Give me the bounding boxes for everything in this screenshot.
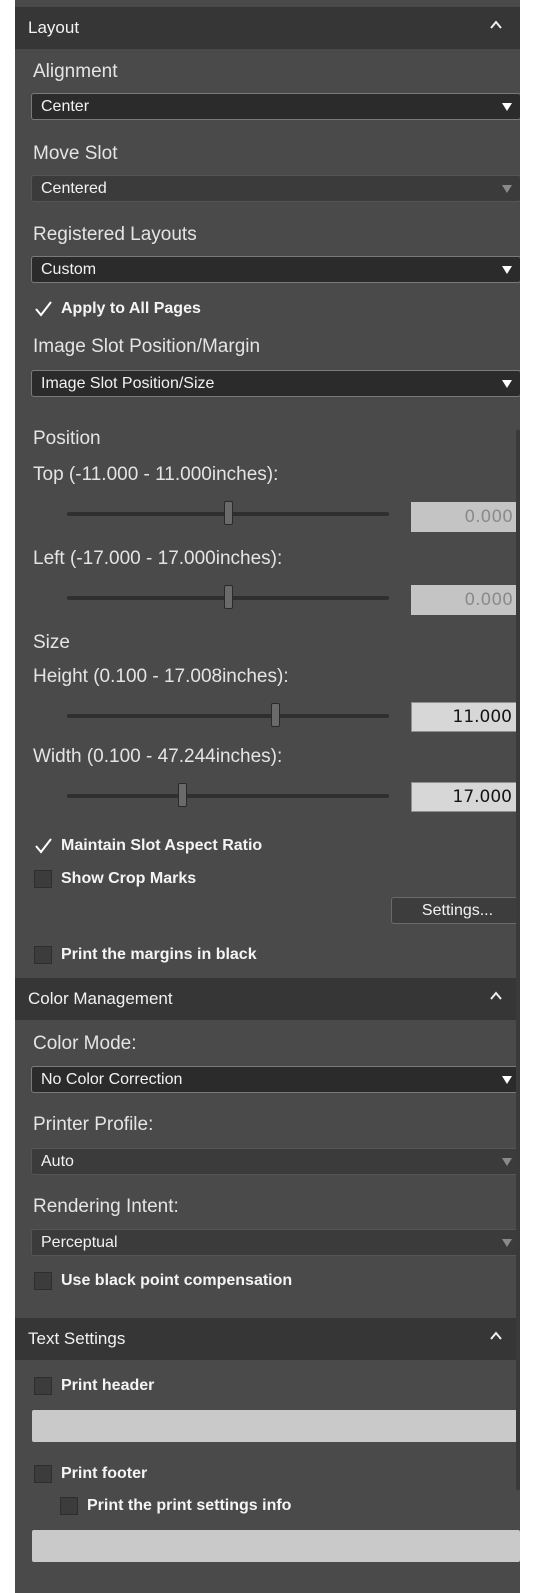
top-value-field[interactable]: 0.000 (411, 502, 520, 532)
slider-thumb[interactable] (224, 585, 233, 609)
print-settings-info-label: Print the print settings info (87, 1497, 292, 1514)
rendering-intent-dropdown[interactable]: Perceptual (31, 1229, 520, 1256)
caret-down-icon (502, 103, 512, 111)
show-crop-marks-checkbox[interactable]: Show Crop Marks (34, 870, 196, 888)
header-text-field[interactable] (32, 1410, 520, 1442)
caret-down-icon (502, 1239, 512, 1247)
caret-down-icon (502, 1158, 512, 1166)
print-settings-panel: Layout Alignment Center Move Slot Center… (15, 0, 520, 1593)
layout-section-title: Layout (28, 18, 80, 37)
printer-profile-dropdown[interactable]: Auto (31, 1148, 520, 1175)
text-settings-section-title: Text Settings (28, 1329, 126, 1348)
print-margins-black-checkbox[interactable]: Print the margins in black (34, 946, 257, 964)
image-slot-value: Image Slot Position/Size (41, 374, 215, 392)
chevron-up-icon[interactable] (488, 1328, 504, 1344)
size-heading: Size (33, 632, 70, 653)
rendering-intent-value: Perceptual (41, 1233, 118, 1251)
registered-layouts-label: Registered Layouts (33, 224, 197, 245)
black-point-checkbox[interactable]: Use black point compensation (34, 1272, 292, 1290)
height-slider[interactable] (67, 703, 389, 727)
caret-down-icon (502, 1076, 512, 1084)
print-margins-black-label: Print the margins in black (61, 946, 257, 963)
move-slot-label: Move Slot (33, 143, 118, 164)
checkbox-square[interactable] (34, 946, 52, 964)
rendering-intent-label: Rendering Intent: (33, 1196, 179, 1217)
registered-layouts-dropdown[interactable]: Custom (31, 256, 520, 283)
slider-track (67, 794, 389, 798)
top-slider[interactable] (67, 501, 389, 525)
apply-all-pages-checkbox[interactable]: Apply to All Pages (34, 300, 201, 318)
printer-profile-value: Auto (41, 1152, 74, 1170)
alignment-dropdown[interactable]: Center (31, 93, 520, 120)
image-slot-dropdown[interactable]: Image Slot Position/Size (31, 370, 520, 397)
text-settings-section-header[interactable]: Text Settings (15, 1318, 520, 1360)
checkbox-square[interactable] (34, 1465, 52, 1483)
chevron-up-icon[interactable] (488, 988, 504, 1004)
maintain-aspect-label: Maintain Slot Aspect Ratio (61, 837, 263, 854)
checkmark-icon[interactable] (34, 837, 52, 855)
registered-layouts-value: Custom (41, 260, 97, 278)
black-point-label: Use black point compensation (61, 1272, 293, 1289)
checkbox-square[interactable] (60, 1497, 78, 1515)
show-crop-marks-label: Show Crop Marks (61, 870, 197, 887)
left-value-field[interactable]: 0.000 (411, 585, 520, 615)
print-footer-checkbox[interactable]: Print footer (34, 1465, 147, 1483)
caret-down-icon (502, 185, 512, 193)
color-management-section-header[interactable]: Color Management (15, 978, 520, 1020)
position-heading: Position (33, 428, 101, 449)
checkbox-square[interactable] (34, 870, 52, 888)
caret-down-icon (502, 266, 512, 274)
checkbox-square[interactable] (34, 1272, 52, 1290)
height-label: Height (0.100 - 17.008inches): (33, 666, 289, 687)
maintain-aspect-checkbox[interactable]: Maintain Slot Aspect Ratio (34, 837, 262, 855)
footer-text-field[interactable] (32, 1530, 520, 1562)
panel-right-border (516, 430, 520, 1490)
left-label: Left (-17.000 - 17.000inches): (33, 548, 283, 569)
print-footer-label: Print footer (61, 1465, 148, 1482)
alignment-label: Alignment (33, 61, 118, 82)
move-slot-dropdown[interactable]: Centered (31, 175, 520, 202)
alignment-value: Center (41, 97, 90, 115)
height-value-field[interactable]: 11.000 (411, 702, 520, 732)
color-mode-dropdown[interactable]: No Color Correction (31, 1066, 520, 1093)
print-header-checkbox[interactable]: Print header (34, 1377, 154, 1395)
move-slot-value: Centered (41, 179, 107, 197)
print-settings-info-checkbox[interactable]: Print the print settings info (60, 1497, 291, 1515)
layout-section-header[interactable]: Layout (15, 7, 520, 49)
printer-profile-label: Printer Profile: (33, 1114, 154, 1135)
color-management-section-title: Color Management (28, 989, 173, 1008)
image-slot-label: Image Slot Position/Margin (33, 336, 261, 357)
top-label: Top (-11.000 - 11.000inches): (33, 464, 279, 485)
slider-track (67, 714, 389, 718)
slider-thumb[interactable] (224, 501, 233, 525)
checkmark-icon[interactable] (34, 300, 52, 318)
width-label: Width (0.100 - 47.244inches): (33, 746, 283, 767)
checkbox-square[interactable] (34, 1377, 52, 1395)
slider-thumb[interactable] (178, 783, 188, 807)
width-value-field[interactable]: 17.000 (411, 782, 520, 812)
apply-all-pages-label: Apply to All Pages (61, 300, 201, 317)
caret-down-icon (502, 380, 512, 388)
left-slider[interactable] (67, 585, 389, 609)
print-header-label: Print header (61, 1377, 155, 1394)
color-mode-label: Color Mode: (33, 1033, 137, 1054)
width-slider[interactable] (67, 783, 389, 807)
color-mode-value: No Color Correction (41, 1070, 183, 1088)
slider-thumb[interactable] (270, 703, 280, 727)
chevron-up-icon[interactable] (488, 17, 504, 33)
settings-button[interactable]: Settings... (391, 897, 520, 924)
